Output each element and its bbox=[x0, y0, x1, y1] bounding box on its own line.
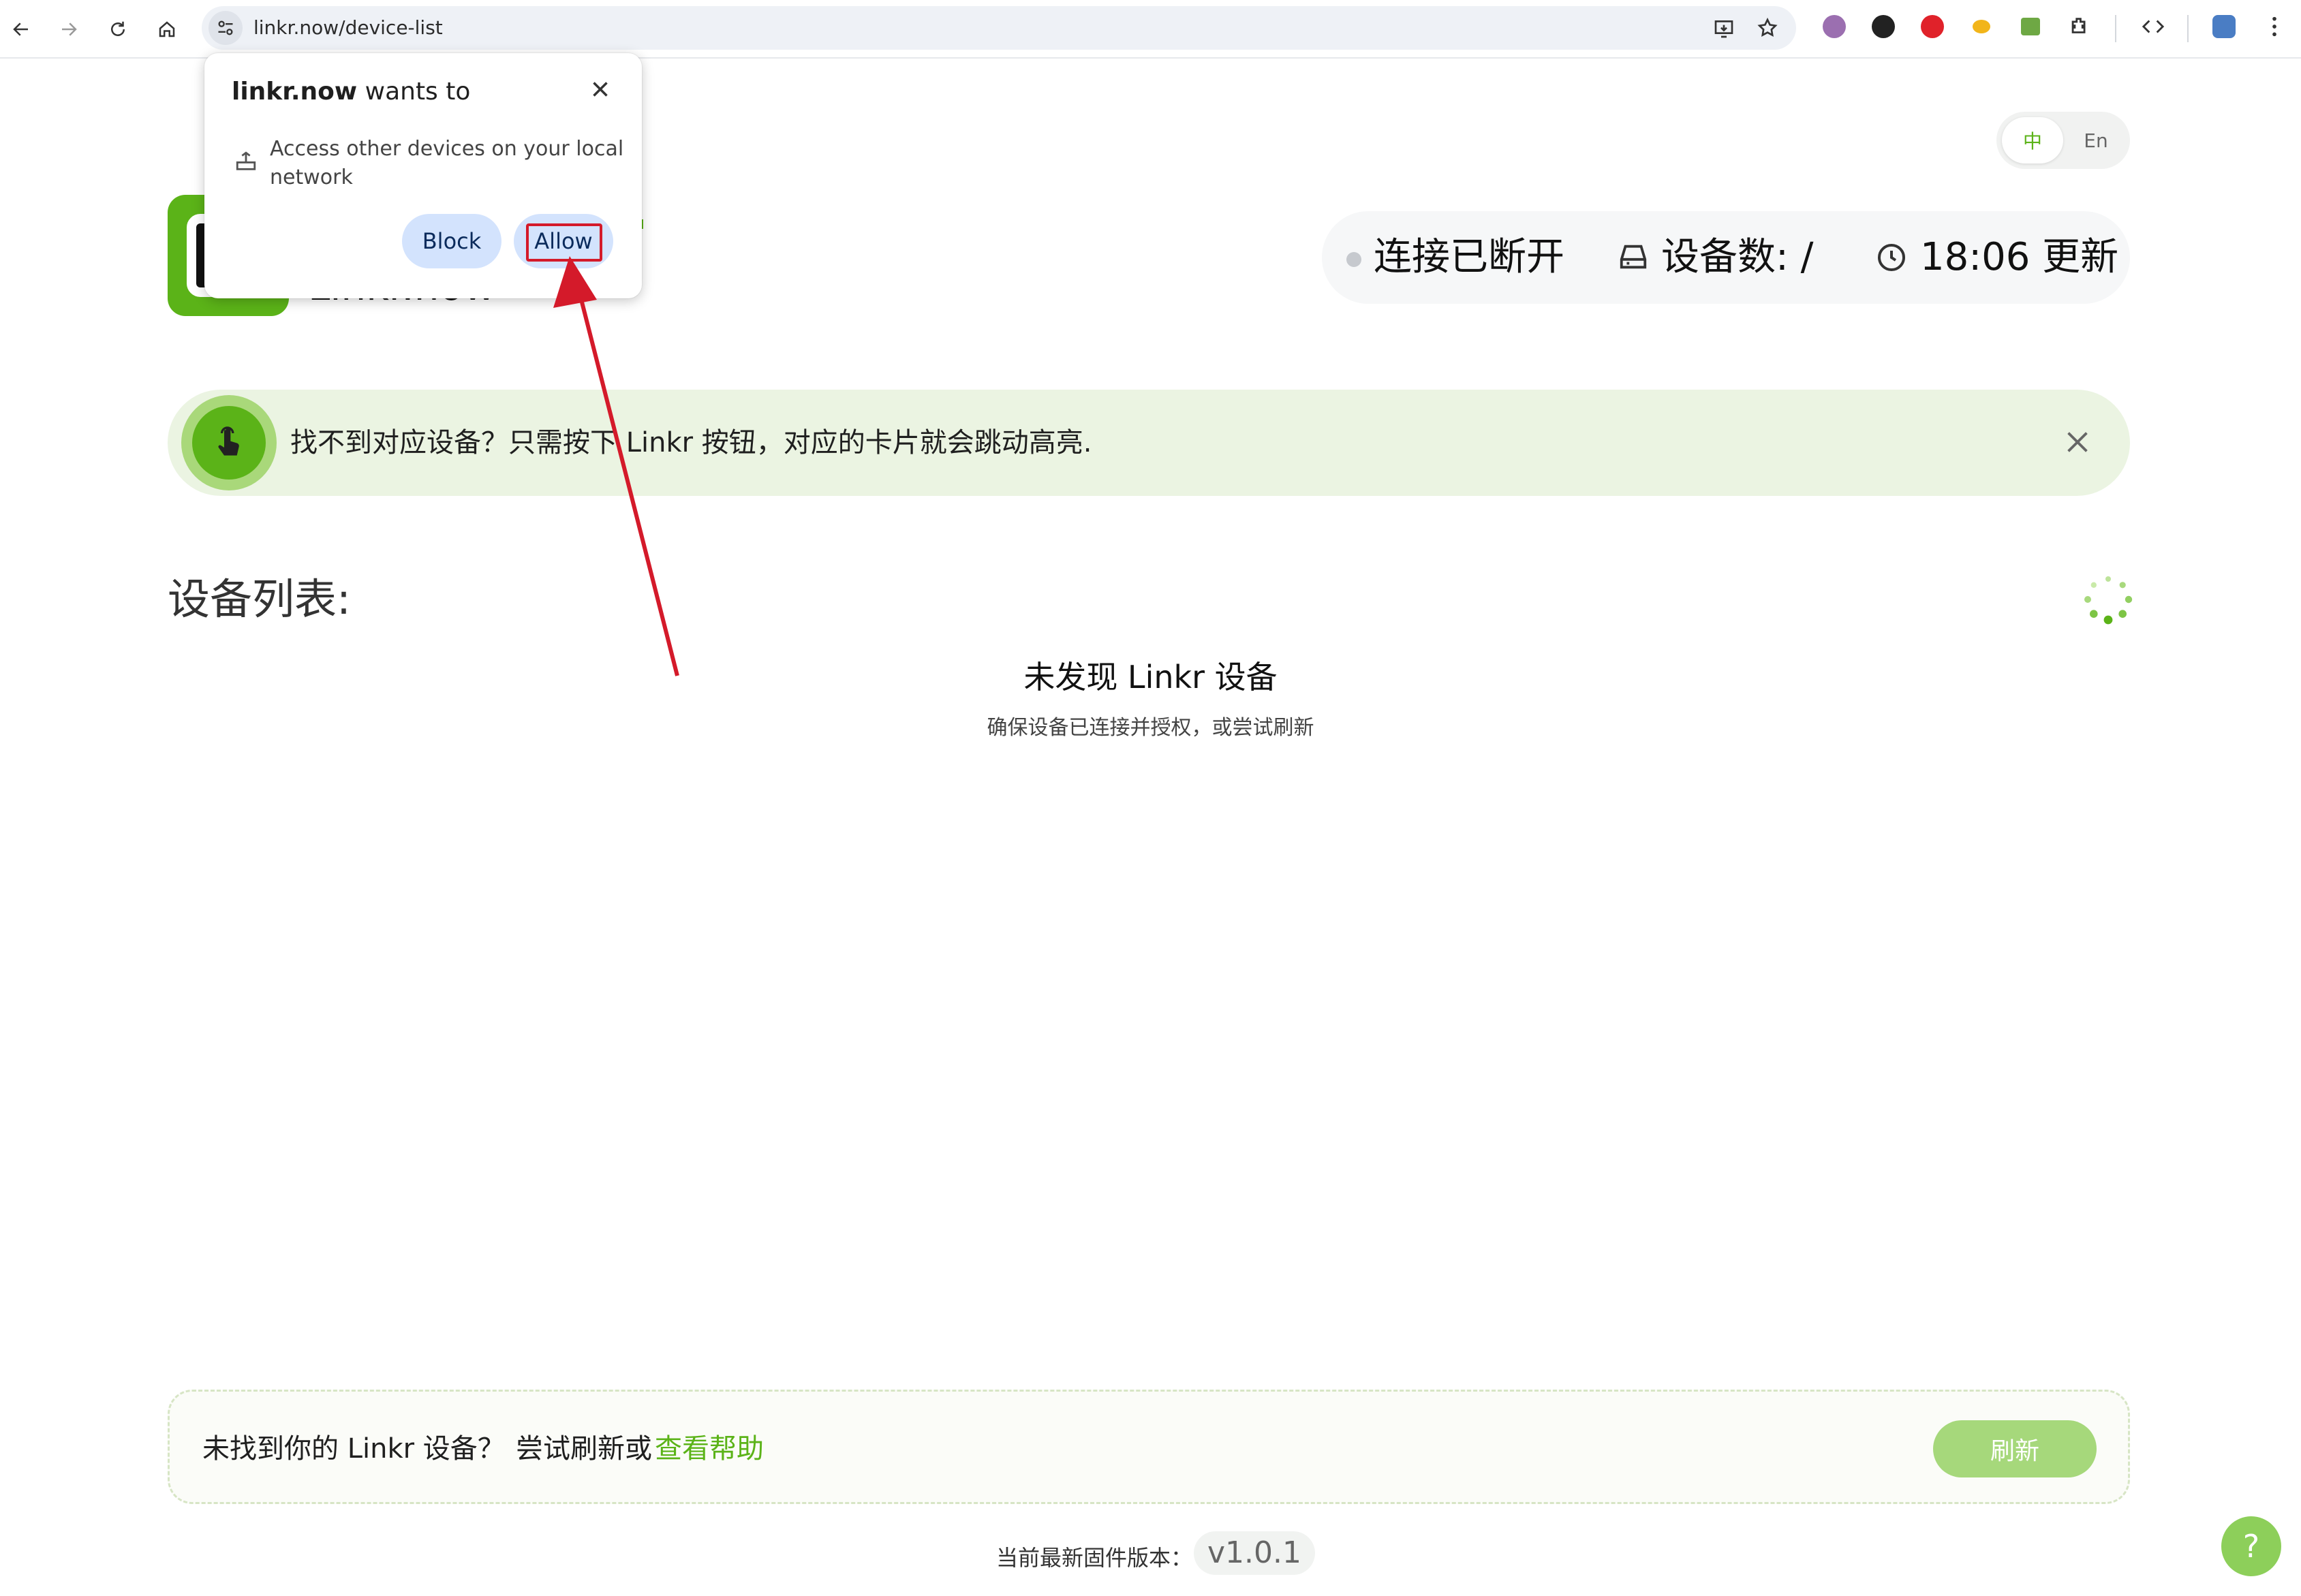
permission-dialog: linkr.now wants to Access other devices … bbox=[204, 53, 642, 298]
language-toggle[interactable]: 中 En bbox=[1996, 112, 2130, 169]
forward-icon[interactable] bbox=[49, 10, 89, 49]
toolbar-separator bbox=[2187, 15, 2189, 42]
extension-yellow-icon[interactable] bbox=[1968, 13, 1995, 40]
menu-kebab-icon[interactable] bbox=[2261, 13, 2288, 40]
refresh-button[interactable]: 刷新 bbox=[1933, 1420, 2097, 1477]
loading-spinner-icon bbox=[2084, 576, 2133, 625]
not-found-question: 未找到你的 Linkr 设备？ bbox=[202, 1433, 505, 1465]
hint-badge-inner bbox=[192, 406, 266, 480]
local-network-icon bbox=[236, 151, 256, 170]
status-bar: 连接已断开 设备数: / 18:06 更新 bbox=[1322, 211, 2130, 304]
close-icon[interactable] bbox=[587, 76, 613, 102]
try-refresh-text: 尝试刷新或 bbox=[516, 1433, 652, 1465]
address-bar[interactable]: linkr.now/device-list bbox=[202, 6, 1796, 50]
devtools-code-icon[interactable] bbox=[2140, 13, 2167, 40]
extension-green-folder-icon[interactable] bbox=[2017, 13, 2044, 40]
permission-title: linkr.now wants to bbox=[232, 78, 470, 106]
reload-icon[interactable] bbox=[98, 10, 138, 49]
hint-text: 找不到对应设备？只需按下 Linkr 按钮，对应的卡片就会跳动高亮. bbox=[290, 427, 1092, 458]
extension-purple-icon[interactable] bbox=[1821, 13, 1848, 40]
hint-banner: 找不到对应设备？只需按下 Linkr 按钮，对应的卡片就会跳动高亮. bbox=[168, 390, 2130, 496]
bookmark-star-icon[interactable] bbox=[1757, 17, 1778, 39]
permission-site: linkr.now bbox=[232, 78, 358, 106]
block-button[interactable]: Block bbox=[402, 214, 501, 268]
toolbar-separator bbox=[2115, 15, 2116, 42]
view-help-link[interactable]: 查看帮助 bbox=[655, 1428, 764, 1469]
device-drive-icon bbox=[1620, 245, 1647, 269]
empty-state-subtitle: 确保设备已连接并授权，或尝试刷新 bbox=[987, 716, 1314, 740]
lang-option-en[interactable]: En bbox=[2067, 117, 2125, 163]
permission-wants-to: wants to bbox=[365, 78, 471, 106]
browser-toolbar: linkr.now/device-list bbox=[0, 0, 2301, 59]
firmware-label: 当前最新固件版本： bbox=[996, 1545, 1193, 1571]
install-app-icon[interactable] bbox=[1713, 18, 1735, 40]
allow-highlight-box bbox=[526, 223, 602, 262]
connection-status-dot bbox=[1346, 252, 1361, 267]
device-list-title: 设备列表: bbox=[168, 574, 351, 624]
firmware-version-badge: v1.0.1 bbox=[1194, 1531, 1315, 1575]
extension-red-shield-icon[interactable] bbox=[1919, 13, 1946, 40]
back-icon[interactable] bbox=[1, 10, 41, 49]
connection-status: 连接已断开 bbox=[1374, 235, 1564, 279]
home-icon[interactable] bbox=[147, 10, 187, 49]
profile-avatar-icon[interactable] bbox=[2210, 13, 2238, 40]
not-found-card: 未找到你的 Linkr 设备？ 尝试刷新或 查看帮助 刷新 bbox=[168, 1390, 2130, 1504]
extension-dark-icon[interactable] bbox=[1870, 13, 1897, 40]
close-icon[interactable] bbox=[2062, 426, 2093, 458]
tap-hand-icon bbox=[218, 426, 239, 456]
last-updated: 18:06 更新 bbox=[1920, 235, 2119, 279]
url-text[interactable]: linkr.now/device-list bbox=[253, 6, 443, 50]
help-button[interactable]: ? bbox=[2221, 1516, 2281, 1576]
empty-state-title: 未发现 Linkr 设备 bbox=[1023, 659, 1278, 695]
site-settings-icon[interactable] bbox=[209, 11, 243, 45]
permission-description: Access other devices on your local netwo… bbox=[270, 137, 624, 189]
extensions-puzzle-icon[interactable] bbox=[2066, 13, 2093, 40]
device-count: 设备数: / bbox=[1661, 235, 1814, 279]
clock-icon bbox=[1878, 244, 1905, 271]
hint-badge bbox=[181, 395, 277, 490]
lang-option-zh[interactable]: 中 bbox=[2002, 117, 2063, 163]
